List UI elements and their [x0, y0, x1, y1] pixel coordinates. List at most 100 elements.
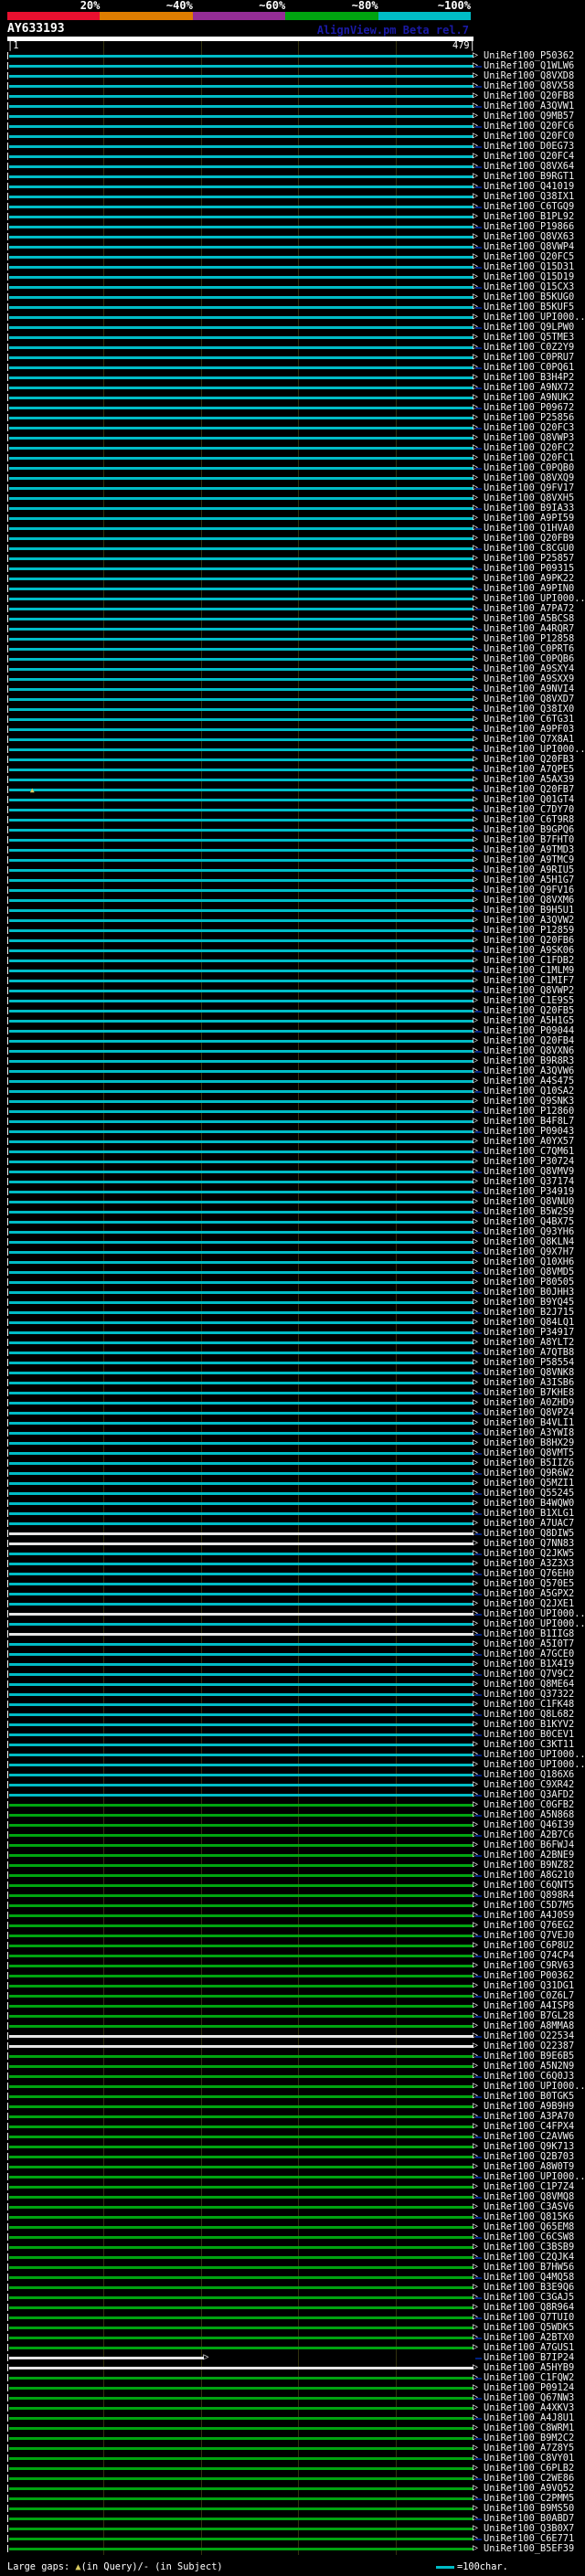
score-dash-icon	[475, 468, 482, 470]
hit-bar	[9, 1181, 473, 1183]
alignment-start-tick-icon	[7, 2143, 8, 2150]
score-dash-icon	[475, 166, 482, 168]
alignment-start-tick-icon	[7, 1972, 8, 1979]
identity-scale-segment	[100, 12, 193, 20]
alignment-start-tick-icon	[7, 1168, 8, 1175]
alignment-start-tick-icon	[7, 1610, 8, 1617]
alignment-start-tick-icon	[7, 1851, 8, 1859]
hit-bar	[9, 55, 473, 58]
score-dash-icon	[475, 86, 482, 88]
alignment-start-tick-icon	[7, 163, 8, 170]
alignment-start-tick-icon	[7, 2384, 8, 2391]
alignment-start-tick-icon	[7, 394, 8, 401]
alignment-start-tick-icon	[7, 494, 8, 502]
hit-bar	[9, 899, 473, 902]
alignment-start-tick-icon	[7, 927, 8, 934]
score-dash-icon	[475, 347, 482, 349]
subject-extends-arrow-icon: ▷	[473, 1920, 479, 1930]
hit-bar	[9, 588, 473, 590]
subject-extends-arrow-icon: ▷	[473, 1256, 479, 1267]
score-dash-icon	[475, 1594, 482, 1595]
alignment-start-tick-icon	[7, 2173, 8, 2180]
hit-bar	[9, 1653, 473, 1656]
alignment-start-tick-icon	[7, 756, 8, 763]
hit-bar	[9, 2125, 473, 2128]
alignment-start-tick-icon	[7, 786, 8, 793]
subject-extends-arrow-icon: ▷	[473, 2523, 479, 2533]
alignment-start-tick-icon	[7, 1721, 8, 1728]
score-dash-icon	[475, 387, 482, 389]
alignment-start-tick-icon	[7, 1530, 8, 1537]
hit-bar	[9, 1965, 473, 1967]
hit-bar	[9, 507, 473, 510]
hit-bar	[9, 1573, 473, 1575]
alignment-start-tick-icon	[7, 334, 8, 341]
subject-extends-arrow-icon: ▷	[473, 854, 479, 864]
hit-bar	[9, 2417, 473, 2420]
alignment-start-tick-icon	[7, 2022, 8, 2030]
alignment-start-tick-icon	[7, 233, 8, 240]
score-dash-icon	[475, 207, 482, 208]
hit-bar	[9, 1744, 473, 1746]
alignment-start-tick-icon	[7, 1831, 8, 1839]
subject-extends-arrow-icon: ▷	[473, 553, 479, 563]
alignment-start-tick-icon	[7, 2072, 8, 2080]
alignment-start-tick-icon	[7, 2032, 8, 2040]
alignment-start-tick-icon	[7, 746, 8, 753]
hit-bar	[9, 2497, 473, 2500]
score-dash-icon	[475, 910, 482, 912]
alignment-start-tick-icon	[7, 806, 8, 813]
score-dash-icon	[475, 1252, 482, 1254]
subject-extends-arrow-icon: ▷	[473, 151, 479, 161]
alignment-start-tick-icon	[7, 645, 8, 652]
score-dash-icon	[475, 1915, 482, 1917]
hit-bar	[9, 1080, 473, 1083]
alignment-start-tick-icon	[7, 2284, 8, 2291]
hit-bar	[9, 447, 473, 450]
subject-extends-arrow-icon: ▷	[473, 1076, 479, 1086]
subject-extends-arrow-icon: ▷	[473, 1518, 479, 1528]
score-dash-icon	[475, 1956, 482, 1957]
alignment-start-tick-icon	[7, 685, 8, 693]
alignment-start-tick-icon	[7, 1118, 8, 1125]
alignment-start-tick-icon	[7, 1128, 8, 1135]
score-dash-icon	[475, 1815, 482, 1817]
alignment-start-tick-icon	[7, 1178, 8, 1185]
hit-bar	[9, 1161, 473, 1163]
subject-extends-arrow-icon: ▷	[473, 1618, 479, 1628]
score-dash-icon	[475, 790, 482, 791]
alignment-start-tick-icon	[7, 866, 8, 874]
alignment-start-tick-icon	[7, 1027, 8, 1034]
alignment-start-tick-icon	[7, 1268, 8, 1276]
alignment-start-tick-icon	[7, 1077, 8, 1085]
subject-extends-arrow-icon: ▷	[473, 593, 479, 603]
subject-extends-arrow-icon: ▷	[473, 50, 479, 60]
hit-bar	[9, 376, 473, 379]
subject-extends-arrow-icon: ▷	[473, 271, 479, 281]
subject-extends-arrow-icon: ▷	[473, 2422, 479, 2433]
alignment-start-tick-icon	[7, 2163, 8, 2170]
alignment-start-tick-icon	[7, 816, 8, 823]
score-dash-icon	[475, 428, 482, 429]
subject-extends-arrow-icon: ▷	[473, 1900, 479, 1910]
subject-extends-arrow-icon: ▷	[473, 1699, 479, 1709]
hit-bar	[9, 708, 473, 711]
alignment-start-tick-icon	[7, 555, 8, 562]
alignment-start-tick-icon	[7, 2525, 8, 2532]
score-dash-icon	[475, 1835, 482, 1837]
hit-row: ▷ UniRef100_B5EF39	[0, 2543, 585, 2554]
scale-swatch-icon	[436, 2566, 454, 2569]
hit-bar	[9, 2246, 473, 2249]
hit-bar	[9, 748, 473, 751]
alignment-start-tick-icon	[7, 1017, 8, 1024]
hit-bar	[9, 698, 473, 701]
hit-bar	[9, 1904, 473, 1907]
hit-bar	[9, 226, 473, 228]
hit-bar	[9, 859, 473, 862]
subject-extends-arrow-icon: ▷	[473, 875, 479, 885]
alignment-start-tick-icon	[7, 313, 8, 321]
alignment-start-tick-icon	[7, 112, 8, 120]
hit-bar	[9, 1472, 473, 1475]
alignment-start-tick-icon	[7, 454, 8, 461]
hit-bar	[9, 2005, 473, 2008]
